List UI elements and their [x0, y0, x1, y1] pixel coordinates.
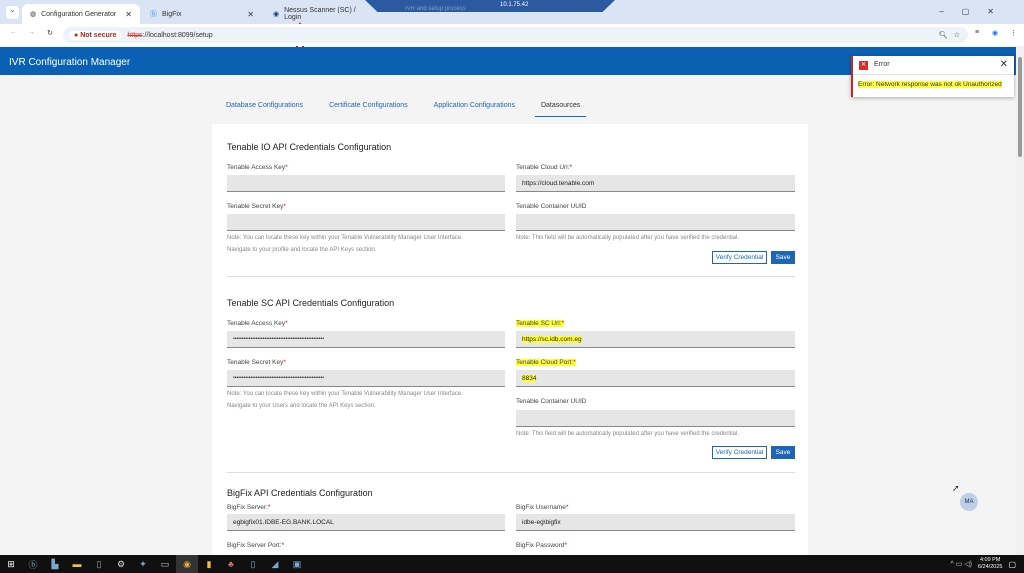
io-uuid-input[interactable] — [516, 214, 795, 231]
tab-certificate-configurations[interactable]: Certificate Configurations — [323, 100, 414, 117]
user-avatar[interactable]: MA — [960, 493, 978, 511]
menu-icon[interactable]: ⋮ — [1010, 29, 1017, 37]
notification-icon[interactable]: ▢ — [1008, 560, 1016, 569]
sc-port-label: Tenable Cloud Port:* — [516, 359, 576, 366]
remote-desktop-bar: 10.1.75.42 IVR and setup process — [365, 0, 615, 12]
sc-access-key-label: Tenable Access Key* — [227, 320, 288, 327]
scrollbar-thumb[interactable] — [1018, 57, 1022, 157]
not-secure-badge[interactable]: ● Not secure — [69, 30, 122, 40]
io-secret-key-label: Tenable Secret Key* — [227, 203, 286, 210]
tab-application-configurations[interactable]: Application Configurations — [428, 100, 521, 117]
toast-close-icon[interactable]: ✕ — [1000, 59, 1008, 70]
close-tab-icon[interactable]: ✕ — [125, 10, 132, 19]
io-access-key-label: Tenable Access Key* — [227, 164, 288, 171]
app-icon[interactable]: ▣ — [286, 555, 308, 573]
io-cloud-url-label: Tenable Cloud Url:* — [516, 164, 573, 171]
app-icon[interactable]: ▯ — [88, 555, 110, 573]
sc-secret-key-label: Tenable Secret Key* — [227, 359, 286, 366]
forward-icon[interactable]: → — [28, 29, 35, 36]
divider — [227, 472, 795, 473]
address-bar[interactable]: ● Not secure https://localhost:8099/setu… — [63, 27, 968, 43]
tab-list-button[interactable]: ⌄ — [6, 6, 19, 19]
bigfix-port-label: BigFix Server Port:* — [227, 542, 285, 549]
nessus-icon: ◉ — [273, 11, 280, 18]
bigfix-server-input[interactable]: egbigfix01.IDBE-EG.BANK.LOCAL — [227, 514, 505, 531]
browser-tab-bar: ⌄ ◍ Configuration Generator ✕ ⓑ BigFix ✕ ◉ Ne… — [0, 0, 1024, 55]
bigfix-username-label: BigFix Username* — [516, 504, 569, 511]
sc-access-key-input[interactable]: ••••••••••••••••••••••••••••••••••••••••… — [227, 331, 505, 348]
mouse-cursor-icon: ➚ — [952, 483, 960, 493]
sc-secret-key-input[interactable]: ••••••••••••••••••••••••••••••••••••••••… — [227, 370, 505, 387]
tab-database-configurations[interactable]: Database Configurations — [220, 100, 309, 117]
address-bar-row: ← → ↻ ● Not secure https://localhost:809… — [0, 24, 1024, 46]
app-icon[interactable]: ▯ — [242, 555, 264, 573]
folder-icon[interactable]: ▬ — [66, 555, 88, 573]
io-note-left: Note: You can locate these key within yo… — [227, 235, 463, 253]
window-controls[interactable]: –▢✕ — [939, 7, 1012, 16]
app-title: IVR Configuration Manager — [9, 57, 131, 68]
io-secret-key-input[interactable] — [227, 214, 505, 231]
bigfix-username-input[interactable]: idbe-eg\bigfix — [516, 514, 795, 531]
back-icon[interactable]: ← — [10, 29, 17, 36]
sc-uuid-input[interactable] — [516, 410, 795, 427]
io-access-key-input[interactable] — [227, 175, 505, 192]
close-tab-icon[interactable]: ✕ — [247, 10, 254, 19]
tab-bigfix[interactable]: ⓑ BigFix ✕ — [142, 4, 262, 24]
app-icon[interactable]: ▮ — [198, 555, 220, 573]
app-icon[interactable]: ⓑ — [22, 555, 44, 573]
terminal-icon[interactable]: ▭ — [154, 555, 176, 573]
io-save-button[interactable]: Save — [771, 251, 795, 264]
toast-title: Error — [874, 61, 890, 68]
app-icon[interactable]: ◢ — [264, 555, 286, 573]
bigfix-title: BigFix API Credentials Configuration — [227, 488, 373, 498]
sc-url-input[interactable]: https://sc.idb.com.eg — [516, 331, 795, 348]
sc-note-left: Note: You can locate these key within yo… — [227, 391, 463, 409]
divider — [227, 276, 795, 277]
tenable-sc-title: Tenable SC API Credentials Configuration — [227, 298, 395, 308]
io-uuid-label: Tenable Container UUID — [516, 203, 587, 210]
url-text: https://localhost:8099/setup — [127, 31, 213, 39]
app-icon[interactable]: ♣ — [220, 555, 242, 573]
tab-configuration-generator[interactable]: ◍ Configuration Generator ✕ — [22, 4, 140, 24]
sc-port-input[interactable]: 8834 — [516, 370, 795, 387]
tray-icons[interactable]: ^ ▭ ◁) — [950, 560, 972, 568]
app-icon[interactable]: ✦ — [132, 555, 154, 573]
sc-note-right: Note: This field will be automatically p… — [516, 431, 740, 437]
profile-icon[interactable]: ◉ — [992, 29, 998, 37]
page-scrollbar[interactable] — [1016, 47, 1024, 555]
datasources-card: Tenable IO API Credentials Configuration… — [212, 124, 808, 555]
globe-icon: ◍ — [30, 11, 37, 18]
app-icon[interactable]: ▙ — [44, 555, 66, 573]
bigfix-password-label: BigFix Password* — [516, 542, 567, 549]
bigfix-icon: ⓑ — [150, 11, 157, 18]
io-verify-credential-button[interactable]: Verify Credential — [712, 251, 767, 264]
io-note-right: Note: This field will be automatically p… — [516, 235, 740, 241]
bookmark-star-icon[interactable]: ☆ — [954, 31, 960, 39]
toast-message: Error: Network response was not ok Unaut… — [858, 81, 1002, 88]
settings-icon[interactable]: ⚙ — [110, 555, 132, 573]
error-toast: ✕ Error ✕ Error: Network response was no… — [851, 56, 1014, 97]
start-icon[interactable]: ⊞ — [0, 555, 22, 573]
tenable-io-title: Tenable IO API Credentials Configuration — [227, 142, 392, 152]
media-icon[interactable]: ≡ — [975, 29, 979, 36]
sc-uuid-label: Tenable Container UUID — [516, 398, 587, 405]
reload-icon[interactable]: ↻ — [47, 29, 53, 37]
bigfix-server-label: BigFix Server:* — [227, 504, 271, 511]
windows-taskbar: ⊞ ⓑ ▙ ▬ ▯ ⚙ ✦ ▭ ◉ ▮ ♣ ▯ ◢ ▣ ^ ▭ ◁) 4:09 … — [0, 555, 1024, 573]
chrome-icon[interactable]: ◉ — [176, 555, 198, 573]
sc-verify-credential-button[interactable]: Verify Credential — [712, 446, 767, 459]
sc-url-label: Tenable SC Url:* — [516, 320, 565, 327]
tab-nessus-scanner[interactable]: ◉ Nessus Scanner (SC) / Login — [265, 4, 375, 24]
io-cloud-url-input[interactable]: https://cloud.tenable.com — [516, 175, 795, 192]
tab-datasources[interactable]: Datasources — [534, 100, 587, 117]
zoom-icon[interactable]: 🔍︎ — [939, 31, 948, 39]
error-icon: ✕ — [859, 61, 868, 70]
sc-save-button[interactable]: Save — [771, 446, 795, 459]
config-tabs: Database Configurations Certificate Conf… — [220, 100, 587, 117]
clock[interactable]: 4:09 PM 6/24/2025 — [978, 557, 1002, 571]
